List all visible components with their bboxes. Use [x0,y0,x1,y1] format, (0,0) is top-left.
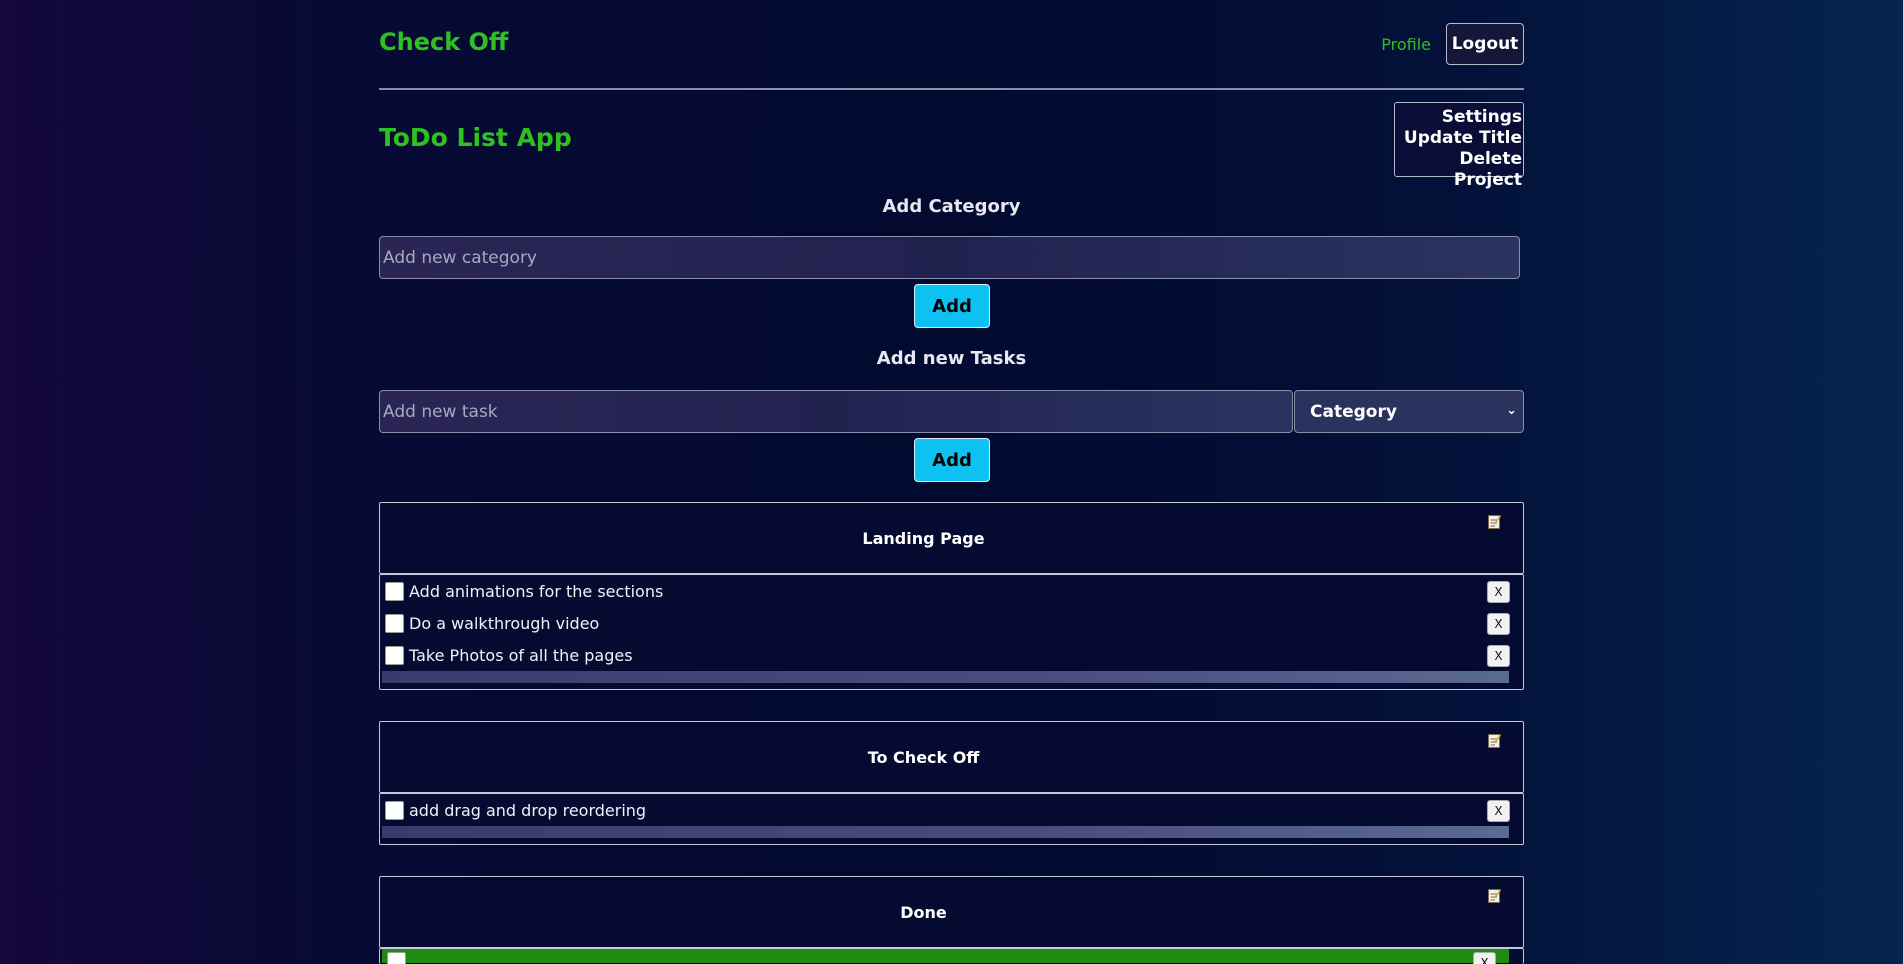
delete-project-link[interactable]: Delete Project [1395,149,1522,191]
delete-task-button[interactable]: X [1473,952,1496,964]
category-input[interactable]: Add new category [379,236,1520,279]
delete-task-button[interactable]: X [1487,581,1510,603]
task-label: Add animations for the sections [409,582,664,601]
category-title: Done [900,903,947,922]
task-checkbox[interactable] [385,646,404,665]
task-list: X [379,948,1524,964]
category-header: Done [379,876,1524,948]
app-container: Check Off Profile Logout ToDo List App S… [379,0,1524,964]
edit-icon[interactable] [1488,888,1501,903]
delete-task-button[interactable]: X [1487,800,1510,822]
category-title: Landing Page [862,529,985,548]
brand-logo[interactable]: Check Off [379,28,508,56]
chevron-down-icon: ⌄ [1506,403,1517,418]
category-select[interactable]: Category ⌄ [1294,390,1524,433]
add-task-heading: Add new Tasks [876,348,1027,369]
category-header: Landing Page [379,502,1524,574]
horizontal-scrollbar[interactable] [382,826,1509,838]
task-label: Take Photos of all the pages [409,646,633,665]
task-input[interactable]: Add new task [379,390,1293,433]
task-list: add drag and drop reordering X [379,793,1524,845]
horizontal-scrollbar[interactable] [382,671,1509,683]
task-label: Do a walkthrough video [409,614,600,633]
task-row: Take Photos of all the pages X [380,639,1523,671]
task-checkbox[interactable] [387,952,406,964]
category-select-value: Category [1310,401,1397,422]
category-header: To Check Off [379,721,1524,793]
edit-icon[interactable] [1488,514,1501,529]
profile-link[interactable]: Profile [1381,35,1431,54]
task-row-done: X [382,949,1509,964]
delete-task-button[interactable]: X [1487,613,1510,635]
category-title: To Check Off [867,748,980,767]
update-title-link[interactable]: Update Title [1395,128,1522,149]
task-checkbox[interactable] [385,801,404,820]
logout-button[interactable]: Logout [1446,23,1524,65]
task-list: Add animations for the sections X Do a w… [379,574,1524,690]
delete-task-button[interactable]: X [1487,645,1510,667]
task-checkbox[interactable] [385,614,404,633]
category-input-placeholder: Add new category [383,247,537,268]
task-checkbox[interactable] [385,582,404,601]
task-input-placeholder: Add new task [383,401,498,422]
edit-icon[interactable] [1488,733,1501,748]
project-settings-menu: Settings Update Title Delete Project [1394,102,1524,190]
task-row: Add animations for the sections X [380,575,1523,607]
task-row: Do a walkthrough video X [380,607,1523,639]
project-title: ToDo List App [379,123,572,152]
settings-link[interactable]: Settings [1395,107,1522,128]
top-navbar: Check Off Profile Logout [379,0,1524,90]
add-category-heading: Add Category [882,196,1021,217]
add-category-button[interactable]: Add [914,284,990,328]
task-label: add drag and drop reordering [409,801,647,820]
task-row: add drag and drop reordering X [380,794,1523,826]
add-task-button[interactable]: Add [914,438,990,482]
